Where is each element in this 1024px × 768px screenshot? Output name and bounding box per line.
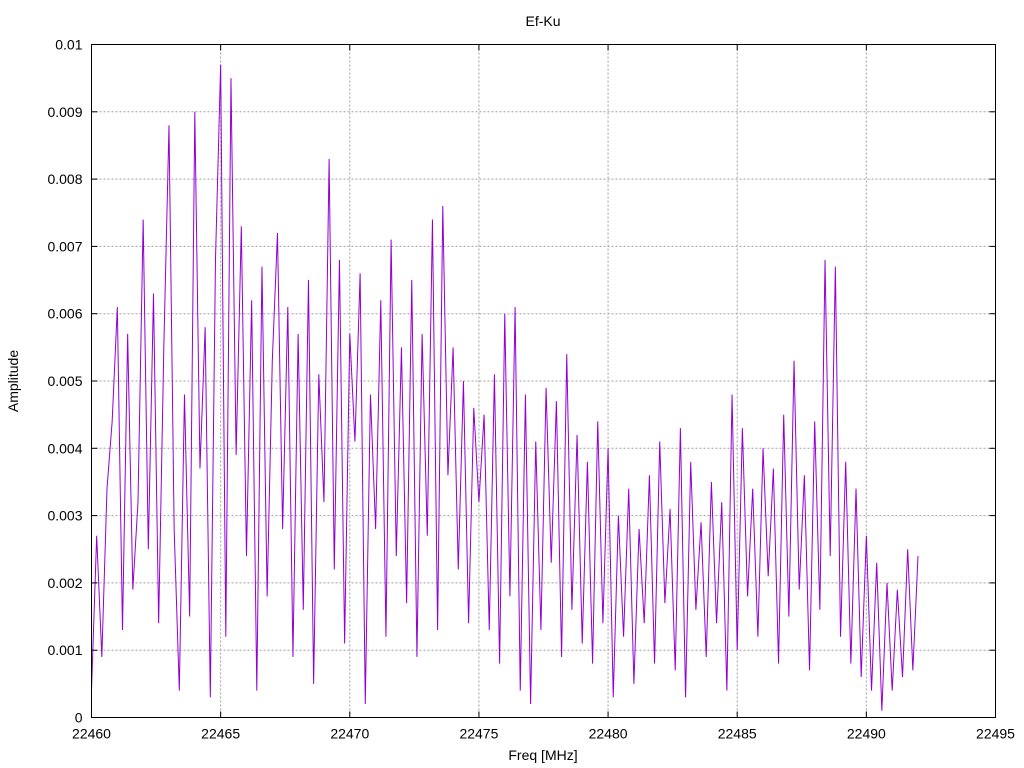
y-tick-label: 0.004 <box>47 440 82 456</box>
y-tick-label: 0.008 <box>47 171 82 187</box>
y-tick-label: 0.009 <box>47 104 82 120</box>
series-line-0 <box>91 64 919 711</box>
chart-title: Ef-Ku <box>525 13 560 29</box>
y-tick-label: 0.002 <box>47 575 82 591</box>
x-tick-label: 22485 <box>718 726 757 742</box>
series-layer <box>91 64 919 711</box>
y-tick-label: 0.007 <box>47 238 82 254</box>
x-tick-label: 22475 <box>459 726 498 742</box>
y-tick-label: 0.01 <box>55 37 82 53</box>
chart: 22460 22465 22470 22475 22480 22485 22490 22495… <box>5 13 1015 763</box>
x-tick-label: 22490 <box>847 726 886 742</box>
y-tick-label: 0 <box>75 710 83 726</box>
x-tick-label: 22465 <box>201 726 240 742</box>
y-tick-label: 0.005 <box>47 373 82 389</box>
x-tick-label: 22480 <box>589 726 628 742</box>
y-tick-label: 0.006 <box>47 306 82 322</box>
x-tick-label: 22460 <box>72 726 111 742</box>
y-axis-label: Amplitude <box>5 350 21 412</box>
x-tick-label: 22495 <box>976 726 1015 742</box>
x-tick-label: 22470 <box>330 726 369 742</box>
y-tick-label: 0.001 <box>47 642 82 658</box>
y-tick-label: 0.003 <box>47 508 82 524</box>
x-axis-label: Freq [MHz] <box>508 747 577 763</box>
